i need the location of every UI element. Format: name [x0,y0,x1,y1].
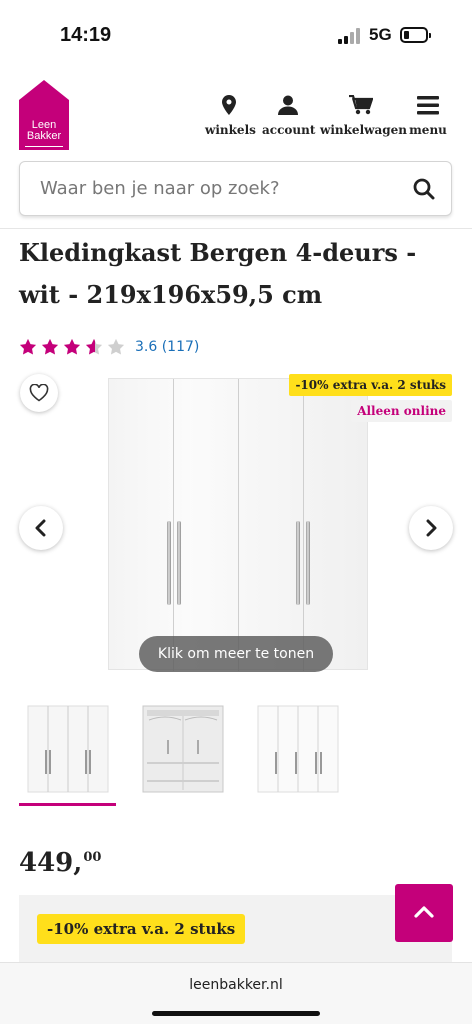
star-half-icon [85,338,103,355]
home-indicator [152,1011,320,1016]
rating-stars [19,338,129,356]
promo-badge: -10% extra v.a. 2 stuks [289,374,452,396]
search-icon[interactable] [413,178,435,200]
product-image[interactable] [108,378,368,671]
cart-icon [349,95,373,115]
online-only-badge: Alleen online [351,400,452,422]
logo-line2: Bakker [26,130,62,142]
chevron-left-icon [35,519,46,537]
product-rating[interactable]: 3.6 (117) [19,336,199,358]
show-more-button[interactable]: Klik om meer te tonen [139,636,333,672]
thumbnail-open-interior[interactable] [135,700,231,796]
heart-icon [29,384,49,402]
nav-winkels-label: winkels [205,123,256,137]
chevron-right-icon [426,519,437,537]
thumbnail-side-view[interactable] [250,700,346,796]
gallery-prev-button[interactable] [19,506,63,550]
hamburger-icon [417,96,439,115]
chevron-up-icon [414,906,434,918]
star-full-icon [63,338,81,355]
gallery-next-button[interactable] [409,506,453,550]
status-bar: 14:19 5G [0,0,472,70]
status-time: 14:19 [60,24,112,46]
user-icon [278,95,298,115]
battery-icon [400,27,431,43]
price-main: 449, [19,848,83,878]
thumbnail-closed-white[interactable] [19,700,116,806]
favorite-button[interactable] [20,374,58,412]
nav-menu-label: menu [409,123,447,137]
search-input[interactable]: Waar ben je naar op zoek? [19,161,452,216]
leen-bakker-logo[interactable]: Leen Bakker [19,80,69,150]
nav-account-label: account [262,123,316,137]
rating-score-link[interactable]: 3.6 (117) [135,339,199,355]
promo-tag: -10% extra v.a. 2 stuks [37,914,246,944]
signal-icon [338,28,362,44]
thumbnail-strip [0,694,472,806]
search-placeholder: Waar ben je naar op zoek? [40,178,280,199]
price-cents: 00 [83,850,102,865]
nav-winkelwagen-label: winkelwagen [320,123,407,137]
star-full-icon [41,338,59,355]
product-gallery[interactable]: -10% extra v.a. 2 stuks Alleen online Kl… [0,370,472,680]
promo-panel: -10% extra v.a. 2 stuks [19,895,452,965]
scroll-to-top-button[interactable] [395,884,453,942]
network-label: 5G [369,25,392,44]
location-pin-icon [222,95,236,115]
browser-url-bar[interactable]: leenbakker.nl [0,962,472,1024]
url-text[interactable]: leenbakker.nl [0,977,472,993]
star-full-icon [19,338,37,355]
product-title: Kledingkast Bergen 4-deurs - wit - 219x1… [19,238,417,309]
product-price: 449,00 [19,848,101,878]
header-divider [0,228,472,229]
star-empty-icon [107,338,125,355]
